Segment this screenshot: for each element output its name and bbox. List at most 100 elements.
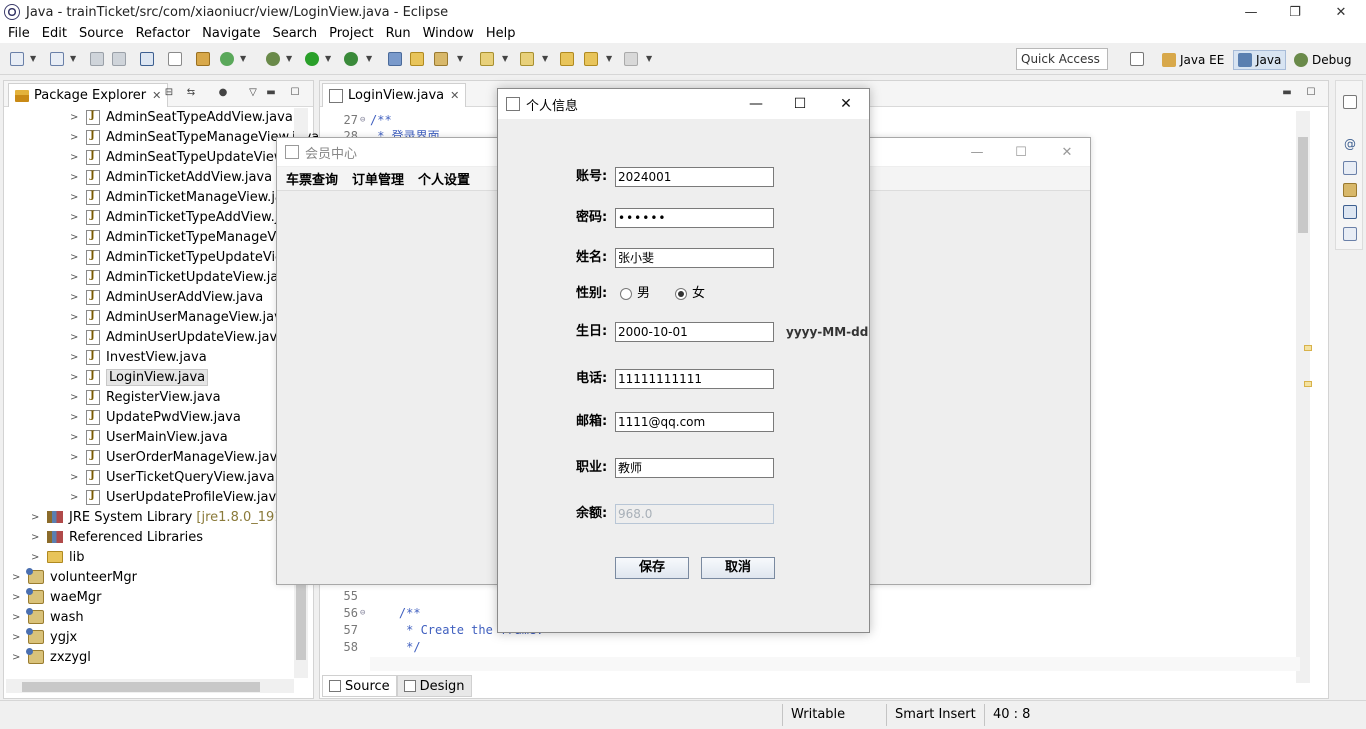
close-icon[interactable]: ✕ xyxy=(450,89,459,102)
tree-item[interactable]: > AdminTicketAddView.java xyxy=(70,167,272,187)
chevron-down-icon[interactable]: ▼ xyxy=(542,54,548,63)
close-button[interactable]: ✕ xyxy=(1318,0,1364,24)
debug-icon[interactable] xyxy=(266,52,280,66)
chevron-right-icon[interactable]: > xyxy=(31,532,41,543)
tree-item-referenced-libraries[interactable]: > Referenced Libraries xyxy=(31,527,203,547)
chevron-down-icon[interactable]: ▼ xyxy=(502,54,508,63)
skip-breakpoints-icon[interactable] xyxy=(168,52,182,66)
tree-item[interactable]: > AdminUserUpdateView.java xyxy=(70,327,285,347)
name-field[interactable]: 张小斐 xyxy=(615,248,774,268)
tree-item-project[interactable]: > waeMgr xyxy=(12,587,101,607)
chevron-right-icon[interactable]: > xyxy=(70,392,80,403)
chevron-down-icon[interactable]: ▼ xyxy=(366,54,372,63)
chevron-right-icon[interactable]: > xyxy=(70,492,80,503)
gender-male-radio[interactable] xyxy=(620,288,632,300)
tree-item[interactable]: > UserMainView.java xyxy=(70,427,228,447)
declaration-icon[interactable] xyxy=(1343,161,1357,175)
menu-search[interactable]: Search xyxy=(266,26,323,41)
email-field[interactable]: 1111@qq.com xyxy=(615,412,774,432)
overview-ruler-mark[interactable] xyxy=(1304,381,1312,387)
tab-design[interactable]: Design xyxy=(396,675,472,697)
chevron-right-icon[interactable]: > xyxy=(70,292,80,303)
chevron-down-icon[interactable]: ▼ xyxy=(646,54,652,63)
tree-item-project[interactable]: > volunteerMgr xyxy=(12,567,137,587)
run-icon[interactable] xyxy=(305,52,319,66)
open-type-icon[interactable] xyxy=(388,52,402,66)
job-field[interactable]: 教师 xyxy=(615,458,774,478)
chevron-right-icon[interactable]: > xyxy=(70,332,80,343)
overview-ruler-mark[interactable] xyxy=(1304,345,1312,351)
package-icon[interactable] xyxy=(196,52,210,66)
chevron-down-icon[interactable]: ▼ xyxy=(70,54,76,63)
package-explorer-tab[interactable]: Package Explorer ✕ xyxy=(8,83,169,107)
open-folder-icon[interactable] xyxy=(410,52,424,66)
tree-item[interactable]: > UpdatePwdView.java xyxy=(70,407,241,427)
phone-field[interactable]: 11111111111 xyxy=(615,369,774,389)
collapse-all-icon[interactable]: ⊟ xyxy=(162,87,176,99)
chevron-right-icon[interactable]: > xyxy=(70,192,80,203)
menu-run[interactable]: Run xyxy=(380,26,417,41)
run-external-icon[interactable] xyxy=(344,52,358,66)
member-minimize-button[interactable]: — xyxy=(957,142,997,162)
code-line[interactable]: 56 ⊖ /** xyxy=(320,604,421,621)
refresh-icon[interactable] xyxy=(220,52,234,66)
chevron-right-icon[interactable]: > xyxy=(70,172,80,183)
package-explorer-hscroll-thumb[interactable] xyxy=(22,682,260,692)
edit-icon[interactable] xyxy=(434,52,448,66)
outline-icon[interactable] xyxy=(1343,183,1357,197)
tree-item-project[interactable]: > ygjx xyxy=(12,627,77,647)
tab-source[interactable]: Source xyxy=(322,675,397,697)
chevron-right-icon[interactable]: > xyxy=(70,212,80,223)
chevron-down-icon[interactable]: ▼ xyxy=(325,54,331,63)
menu-file[interactable]: File xyxy=(2,26,36,41)
fold-icon[interactable]: ⊖ xyxy=(360,608,370,618)
code-line[interactable]: 55 xyxy=(320,587,370,604)
tree-item[interactable]: > AdminTicketTypeAddView.java xyxy=(70,207,302,227)
tree-item[interactable]: > AdminUserAddView.java xyxy=(70,287,263,307)
tree-item[interactable]: > UserTicketQueryView.java xyxy=(70,467,275,487)
forward-icon[interactable] xyxy=(624,52,638,66)
gender-female-radio[interactable] xyxy=(675,288,687,300)
fold-icon[interactable]: ⊖ xyxy=(360,115,370,125)
chevron-right-icon[interactable]: > xyxy=(70,452,80,463)
menu-navigate[interactable]: Navigate xyxy=(196,26,266,41)
member-restore-button[interactable]: ☐ xyxy=(1001,142,1041,162)
chevron-right-icon[interactable]: > xyxy=(12,612,22,623)
menu-personal-settings[interactable]: 个人设置 xyxy=(411,169,477,188)
new-icon[interactable] xyxy=(10,52,24,66)
chevron-right-icon[interactable]: > xyxy=(12,592,22,603)
birthday-field[interactable]: 2000-10-01 xyxy=(615,322,774,342)
gender-male-label[interactable]: 男 xyxy=(637,286,650,302)
chevron-right-icon[interactable]: > xyxy=(31,512,41,523)
code-line[interactable]: 58 */ xyxy=(320,638,421,655)
chevron-right-icon[interactable]: > xyxy=(70,252,80,263)
maximize-view-icon[interactable]: ☐ xyxy=(288,87,302,99)
password-field[interactable]: •••••• xyxy=(615,208,774,228)
tree-item-project[interactable]: > zxzygl xyxy=(12,647,91,667)
save-button[interactable]: 保存 xyxy=(615,557,689,579)
tree-item[interactable]: > AdminTicketUpdateView.java xyxy=(70,267,294,287)
perspective-java[interactable]: Java xyxy=(1233,50,1287,70)
chevron-right-icon[interactable]: > xyxy=(70,152,80,163)
tree-item-jre[interactable]: > JRE System Library [jre1.8.0_191] xyxy=(31,507,288,527)
chevron-right-icon[interactable]: > xyxy=(70,432,80,443)
menu-window[interactable]: Window xyxy=(417,26,480,41)
chevron-down-icon[interactable]: ▼ xyxy=(457,54,463,63)
tree-item[interactable]: > UserUpdateProfileView.java xyxy=(70,487,284,507)
dialog-restore-button[interactable]: ☐ xyxy=(780,94,820,114)
restore-icon[interactable] xyxy=(1343,95,1357,109)
chevron-right-icon[interactable]: > xyxy=(12,632,22,643)
maximize-editor-icon[interactable]: ☐ xyxy=(1304,87,1318,99)
tree-item-project[interactable]: > wash xyxy=(12,607,84,627)
chevron-right-icon[interactable]: > xyxy=(31,552,41,563)
tree-item-lib[interactable]: > lib xyxy=(31,547,84,567)
save-all-icon[interactable] xyxy=(112,52,126,66)
menu-edit[interactable]: Edit xyxy=(36,26,73,41)
menu-ticket-query[interactable]: 车票查询 xyxy=(279,169,345,188)
menu-project[interactable]: Project xyxy=(323,26,379,41)
minimize-view-icon[interactable]: ▬ xyxy=(264,87,278,99)
chevron-right-icon[interactable]: > xyxy=(12,652,22,663)
restore-button[interactable]: ❐ xyxy=(1272,0,1318,24)
chevron-right-icon[interactable]: > xyxy=(70,412,80,423)
perspective-java-ee[interactable]: Java EE xyxy=(1158,50,1228,70)
